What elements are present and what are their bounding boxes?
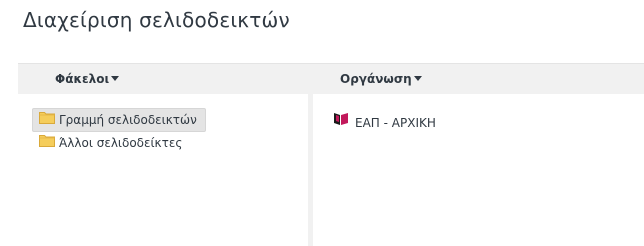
dropdown-caret-icon	[413, 76, 422, 81]
folder-icon	[39, 132, 55, 154]
tree-item-bookmarks-bar[interactable]: Γραμμή σελιδοδεικτών	[32, 108, 206, 132]
folders-menu-label: Φάκελοι	[55, 72, 110, 86]
bookmark-item[interactable]: ΕΑΠ - ΑΡΧΙΚΗ	[333, 112, 436, 133]
folders-menu-button[interactable]: Φάκελοι	[55, 64, 120, 94]
toolbar: Φάκελοι Οργάνωση	[18, 63, 644, 95]
organize-menu-label: Οργάνωση	[340, 72, 412, 86]
page-title: Διαχείριση σελιδοδεικτών	[23, 8, 290, 32]
folder-tree: Γραμμή σελιδοδεικτών Άλλοι σελιδοδείκτες	[18, 94, 308, 246]
organize-menu-button[interactable]: Οργάνωση	[340, 64, 422, 94]
tree-item-label: Γραμμή σελιδοδεικτών	[59, 113, 197, 127]
bookmark-list: ΕΑΠ - ΑΡΧΙΚΗ	[313, 94, 644, 246]
site-favicon-icon	[333, 112, 349, 132]
tree-item-other-bookmarks[interactable]: Άλλοι σελιδοδείκτες	[33, 132, 182, 154]
bookmark-title: ΕΑΠ - ΑΡΧΙΚΗ	[355, 116, 436, 130]
dropdown-caret-icon	[111, 76, 120, 81]
tree-item-label: Άλλοι σελιδοδείκτες	[59, 136, 183, 150]
folder-icon	[39, 109, 55, 131]
